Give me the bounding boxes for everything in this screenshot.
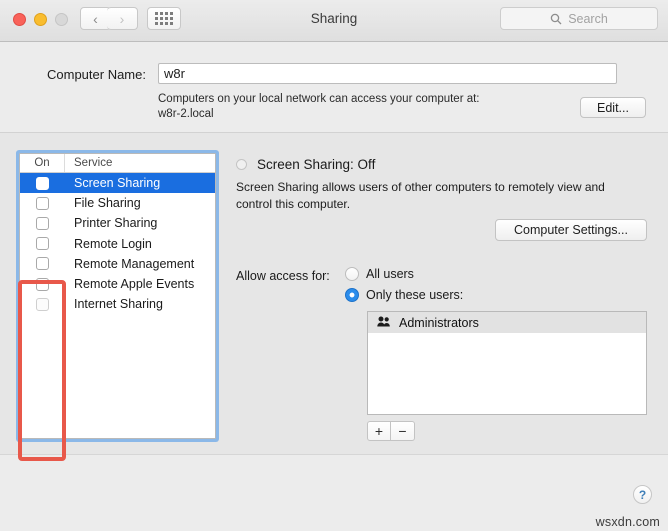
- computer-name-label: Computer Name:: [47, 67, 146, 82]
- search-placeholder: Search: [568, 12, 608, 26]
- computer-name-field[interactable]: w8r: [158, 63, 617, 84]
- checkbox-icon[interactable]: [36, 298, 49, 311]
- radio-all-users[interactable]: All users: [345, 267, 414, 281]
- service-name: File Sharing: [65, 196, 215, 210]
- checkbox-icon[interactable]: [36, 177, 49, 190]
- users-list[interactable]: Administrators: [367, 311, 647, 415]
- service-checkbox-cell[interactable]: [20, 254, 65, 274]
- add-user-button[interactable]: +: [367, 421, 391, 441]
- checkbox-icon[interactable]: [36, 257, 49, 270]
- radio-icon-selected: [345, 288, 359, 302]
- search-icon: [550, 13, 562, 25]
- group-icon: [377, 314, 391, 332]
- radio-all-users-label: All users: [366, 267, 414, 281]
- service-checkbox-cell[interactable]: [20, 274, 65, 294]
- service-name: Internet Sharing: [65, 297, 215, 311]
- radio-only-these-users-label: Only these users:: [366, 288, 463, 302]
- search-input[interactable]: Search: [500, 7, 658, 30]
- service-name: Remote Management: [65, 257, 215, 271]
- radio-icon-unselected: [345, 267, 359, 281]
- watermark: wsxdn.com: [596, 515, 660, 529]
- service-name: Remote Login: [65, 237, 215, 251]
- remove-user-button[interactable]: −: [391, 421, 415, 441]
- status-badge: Screen Sharing: Off: [257, 157, 375, 172]
- main-content: On Service Screen Sharing File Sharing Pri…: [0, 133, 668, 455]
- service-checkbox-cell[interactable]: [20, 213, 65, 233]
- local-hostname: w8r-2.local: [158, 107, 558, 122]
- service-list-header: On Service: [20, 154, 215, 173]
- computer-name-section: Computer Name: w8r Computers on your loc…: [0, 42, 668, 133]
- window-footer: ? wsxdn.com: [0, 456, 668, 531]
- status-indicator-icon: [236, 159, 247, 170]
- service-description: Screen Sharing allows users of other com…: [236, 179, 644, 213]
- network-hint-line1: Computers on your local network can acce…: [158, 92, 558, 107]
- service-status: Screen Sharing: Off: [236, 157, 375, 172]
- service-row-file-sharing[interactable]: File Sharing: [20, 193, 215, 213]
- service-name: Remote Apple Events: [65, 277, 215, 291]
- window-titlebar: ‹ › Sharing Search: [0, 0, 668, 42]
- radio-only-these-users[interactable]: Only these users:: [345, 288, 463, 302]
- service-checkbox-cell[interactable]: [20, 234, 65, 254]
- help-button[interactable]: ?: [633, 485, 652, 504]
- service-checkbox-cell[interactable]: [20, 193, 65, 213]
- checkbox-icon[interactable]: [36, 237, 49, 250]
- checkbox-icon[interactable]: [36, 278, 49, 291]
- column-header-service: Service: [65, 154, 215, 172]
- checkbox-icon[interactable]: [36, 217, 49, 230]
- service-row-printer-sharing[interactable]: Printer Sharing: [20, 213, 215, 233]
- service-row-screen-sharing[interactable]: Screen Sharing: [20, 173, 215, 193]
- list-item[interactable]: Administrators: [368, 312, 646, 333]
- network-address-hint: Computers on your local network can acce…: [158, 92, 558, 122]
- service-name: Printer Sharing: [65, 216, 215, 230]
- allow-access-label: Allow access for:: [236, 269, 330, 283]
- service-row-remote-management[interactable]: Remote Management: [20, 254, 215, 274]
- computer-settings-button[interactable]: Computer Settings...: [495, 219, 647, 241]
- edit-button[interactable]: Edit...: [580, 97, 646, 118]
- user-name: Administrators: [399, 316, 479, 330]
- service-checkbox-cell[interactable]: [20, 294, 65, 314]
- service-row-remote-login[interactable]: Remote Login: [20, 234, 215, 254]
- service-name: Screen Sharing: [65, 176, 215, 190]
- service-row-internet-sharing[interactable]: Internet Sharing: [20, 294, 215, 314]
- service-list[interactable]: On Service Screen Sharing File Sharing Pri…: [19, 153, 216, 439]
- column-header-on: On: [20, 154, 65, 172]
- service-rows: Screen Sharing File Sharing Printer Sharin…: [20, 173, 215, 314]
- checkbox-icon[interactable]: [36, 197, 49, 210]
- sharing-preferences-window: ‹ › Sharing Search Computer Name: w8r Co: [0, 0, 668, 531]
- service-row-remote-apple-events[interactable]: Remote Apple Events: [20, 274, 215, 294]
- service-checkbox-cell[interactable]: [20, 173, 65, 193]
- user-list-controls: + −: [367, 421, 415, 441]
